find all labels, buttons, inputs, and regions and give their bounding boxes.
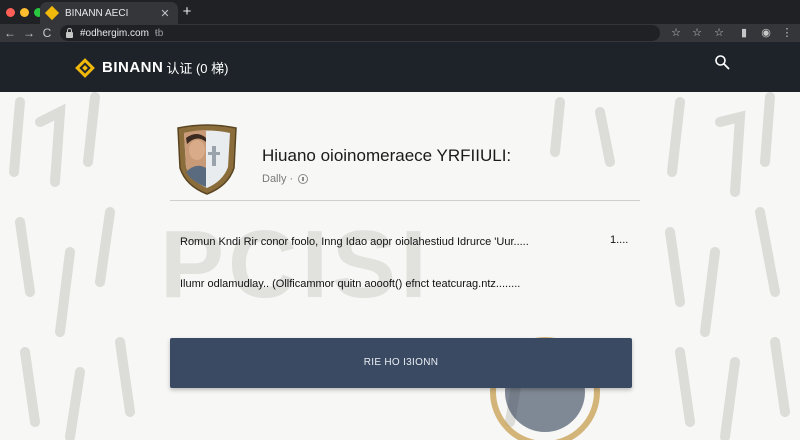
- brand-suffix: 认证 (0 梯): [166, 61, 229, 76]
- tab-title: BINANN AECI: [65, 7, 129, 19]
- info-icon[interactable]: [298, 174, 309, 184]
- star-icon[interactable]: ☆: [669, 25, 683, 41]
- menu-icon[interactable]: ⋮: [780, 25, 794, 41]
- author-avatar[interactable]: [172, 124, 242, 196]
- browser-tab-strip: BINANN AECI ✕ +: [0, 0, 800, 24]
- star-icon[interactable]: ☆: [712, 25, 726, 41]
- browser-toolbar: ← → C #odhergim.com ŧb ☆ ☆ ☆ ▮ ◉ ⋮: [0, 24, 800, 42]
- window-controls: [6, 8, 43, 17]
- page-icon[interactable]: ▮: [737, 25, 751, 41]
- post-body-count: 1....: [610, 234, 629, 246]
- url-suffix: ŧb: [154, 27, 164, 39]
- tab-close-icon[interactable]: ✕: [159, 7, 171, 20]
- address-bar[interactable]: #odhergim.com ŧb: [60, 25, 660, 41]
- back-button[interactable]: ←: [4, 25, 16, 41]
- star-icon[interactable]: ☆: [690, 25, 704, 41]
- post-title[interactable]: Hiuano oioinomeraece YRFIIULI:: [262, 146, 511, 166]
- post-meta: Dally ·: [262, 173, 309, 185]
- url-text: #odhergim.com: [80, 27, 149, 39]
- binance-logo-icon: [75, 57, 95, 78]
- browser-tab[interactable]: BINANN AECI ✕: [40, 2, 178, 24]
- post-body-line-1: Romun Kndi Rir conor foolo, Inng Idao ao…: [180, 236, 529, 248]
- brand-name: BINANN: [102, 59, 164, 76]
- profile-icon[interactable]: ◉: [759, 25, 773, 41]
- post-body-line-2: Ilumr odlamudlay.. (Ollficammor quitn ao…: [180, 278, 521, 290]
- brand-logo-link[interactable]: BINANN 认证 (0 梯): [75, 57, 229, 78]
- binance-favicon-icon: [44, 5, 60, 21]
- primary-cta-button[interactable]: RIE HO I3IONN: [170, 338, 632, 388]
- close-window-button[interactable]: [6, 8, 15, 17]
- page-body: PCISI Hiuano oioinomeraece YRFIIULI: Dal…: [0, 92, 800, 440]
- post-meta-label: Dally ·: [262, 173, 294, 185]
- divider: [170, 200, 640, 201]
- site-header: BINANN 认证 (0 梯): [0, 42, 800, 92]
- forward-button[interactable]: →: [23, 25, 35, 41]
- search-icon[interactable]: [714, 54, 730, 70]
- new-tab-button[interactable]: +: [180, 3, 194, 21]
- reload-button[interactable]: C: [41, 25, 53, 41]
- minimize-window-button[interactable]: [20, 8, 29, 17]
- lock-icon: [66, 27, 73, 38]
